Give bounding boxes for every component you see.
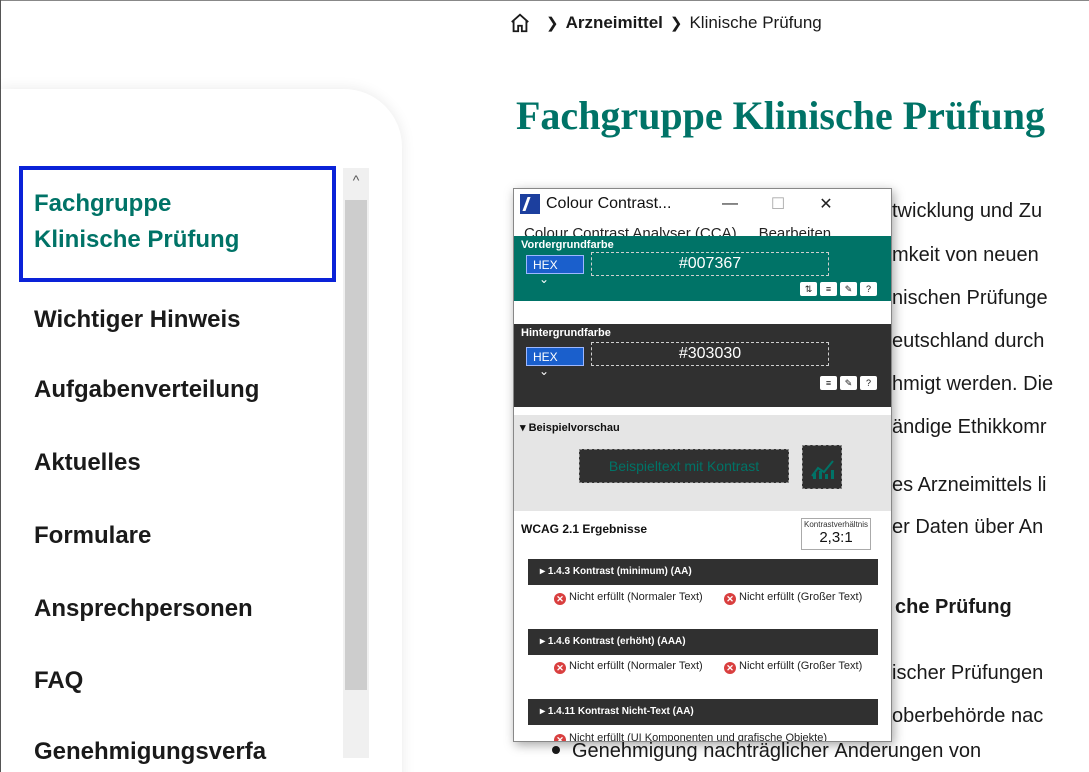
paragraph-line: nischen Prüfunge	[892, 287, 1048, 309]
criterion-1-4-11-toggle[interactable]: ▸ 1.4.11 Kontrast Nicht-Text (AA)	[528, 699, 878, 725]
paragraph-line: eutschland durch	[892, 330, 1045, 352]
sidebar-item-genehmigungsverfahren[interactable]: Genehmigungsverfa	[34, 738, 266, 766]
list-item-text: Genehmigung nachträglicher Änderungen vo…	[572, 740, 982, 762]
background-format-select[interactable]: HEX ⌄	[526, 347, 584, 378]
background-format-value: HEX	[533, 350, 558, 364]
foreground-label: Vordergrundfarbe	[521, 239, 614, 251]
preview-sample-text: Beispieltext mit Kontrast	[579, 449, 789, 483]
swap-colors-icon[interactable]: ⇅	[800, 282, 817, 296]
contrast-ratio-label: Kontrastverhältnis	[803, 520, 869, 529]
result-text: Nicht erfüllt (Großer Text)	[739, 591, 863, 603]
sidebar-item-ansprechpersonen[interactable]: Ansprechpersonen	[34, 595, 253, 623]
help-icon[interactable]: ?	[860, 282, 877, 296]
criterion-1-4-6-toggle[interactable]: ▸ 1.4.6 Kontrast (erhöht) (AAA)	[528, 629, 878, 655]
app-logo-icon	[520, 194, 540, 214]
sidebar-item-aktuelles[interactable]: Aktuelles	[34, 449, 141, 477]
sliders-icon[interactable]: ≡	[820, 376, 837, 390]
results-section: WCAG 2.1 Ergebnisse Kontrastverhältnis 2…	[514, 511, 891, 742]
minimize-icon[interactable]: —	[706, 195, 754, 213]
fail-icon: ✕	[724, 662, 736, 674]
sidebar-item-faq[interactable]: FAQ	[34, 667, 83, 695]
sidebar-item-label-line2: Klinische Prüfung	[34, 226, 240, 253]
eyedropper-icon[interactable]: ✎	[840, 376, 857, 390]
criterion-title: 1.4.11 Kontrast Nicht-Text (AA)	[547, 706, 694, 717]
paragraph-line: ändige Ethikkomr	[892, 416, 1047, 438]
preview-label: Beispielvorschau	[528, 422, 620, 434]
chart-icon	[802, 445, 842, 489]
paragraph-line: er Daten über An	[892, 516, 1044, 538]
chevron-down-icon: ⌄	[539, 364, 550, 378]
window-titlebar[interactable]: Colour Contrast... — ☐ ✕	[514, 189, 891, 219]
sidebar-item-fachgruppe[interactable]: Fachgruppe Klinische Prüfung	[34, 186, 239, 258]
preview-toggle[interactable]: ▾ Beispielvorschau	[520, 421, 620, 434]
page-title: Fachgruppe Klinische Prüfung	[516, 93, 1045, 138]
help-icon[interactable]: ?	[860, 376, 877, 390]
result-normal-text: ✕ Nicht erfüllt (Normaler Text)	[554, 592, 724, 605]
foreground-section: Vordergrundfarbe HEX ⌄ #007367 ⇅ ≡ ✎ ?	[514, 236, 891, 301]
eyedropper-icon[interactable]: ✎	[840, 282, 857, 296]
paragraph-line: oberbehörde nac	[892, 705, 1044, 727]
criterion-title: 1.4.6 Kontrast (erhöht) (AAA)	[547, 636, 686, 647]
contrast-ratio-value: 2,3:1	[819, 529, 853, 546]
list-item: Genehmigung nachträglicher Änderungen vo…	[552, 740, 981, 763]
background-section: Hintergrundfarbe HEX ⌄ #303030 ≡ ✎ ?	[514, 324, 891, 407]
criterion-1-4-3-toggle[interactable]: ▸ 1.4.3 Kontrast (minimum) (AA)	[528, 559, 878, 585]
preview-section: ▾ Beispielvorschau Beispieltext mit Kont…	[514, 415, 891, 511]
foreground-format-value: HEX	[533, 258, 558, 272]
chevron-right-icon: ❯	[669, 15, 683, 32]
scroll-up-icon[interactable]: ^	[343, 172, 369, 194]
result-large-text: ✕ Nicht erfüllt (Großer Text)	[724, 591, 891, 605]
bullet-icon	[552, 746, 560, 755]
result-text: Nicht erfüllt (Großer Text)	[739, 660, 863, 672]
fail-icon: ✕	[554, 662, 566, 674]
colour-contrast-analyser-window: Colour Contrast... — ☐ ✕ Colour Contrast…	[513, 188, 892, 742]
fail-icon: ✕	[554, 734, 566, 741]
breadcrumb-item-current: Klinische Prüfung	[689, 13, 822, 32]
result-text: Nicht erfüllt (UI Komponenten und grafis…	[569, 732, 828, 742]
background-hex-input[interactable]: #303030	[591, 342, 829, 366]
scrollbar-thumb[interactable]	[345, 200, 367, 690]
result-text: Nicht erfüllt (Normaler Text)	[569, 660, 703, 672]
paragraph-line: es Arzneimittels li	[892, 474, 1047, 496]
window-title: Colour Contrast...	[546, 195, 672, 212]
fail-icon: ✕	[724, 593, 736, 605]
breadcrumb: ❯ Arzneimittel ❯ Klinische Prüfung	[509, 12, 822, 34]
sliders-icon[interactable]: ≡	[820, 282, 837, 296]
sidebar-item-wichtiger-hinweis[interactable]: Wichtiger Hinweis	[34, 306, 240, 334]
paragraph-line: mkeit von neuen	[892, 244, 1039, 266]
chevron-down-icon: ⌄	[539, 272, 550, 286]
results-label: WCAG 2.1 Ergebnisse	[521, 522, 648, 536]
close-icon[interactable]: ✕	[802, 194, 850, 214]
paragraph-line: ischer Prüfungen	[892, 662, 1044, 684]
result-text: Nicht erfüllt (Normaler Text)	[569, 591, 703, 603]
foreground-format-select[interactable]: HEX ⌄	[526, 255, 584, 286]
sidebar-item-aufgabenverteilung[interactable]: Aufgabenverteilung	[34, 376, 259, 404]
sidebar-item-label-line1: Fachgruppe	[34, 190, 172, 217]
sidebar-item-formulare[interactable]: Formulare	[34, 522, 151, 550]
criterion-title: 1.4.3 Kontrast (minimum) (AA)	[547, 566, 692, 577]
fail-icon: ✕	[554, 593, 566, 605]
result-large-text: ✕ Nicht erfüllt (Großer Text)	[724, 660, 891, 674]
chevron-right-icon: ❯	[546, 15, 559, 32]
result-non-text: ✕ Nicht erfüllt (UI Komponenten und grafi…	[554, 732, 884, 742]
paragraph-line: hmigt werden. Die	[892, 373, 1054, 395]
paragraph-line: twicklung und Zu	[892, 200, 1043, 222]
result-normal-text: ✕ Nicht erfüllt (Normaler Text)	[554, 661, 724, 674]
section-heading: che Prüfung	[895, 596, 1012, 618]
foreground-hex-input[interactable]: #007367	[591, 252, 829, 276]
home-icon[interactable]	[509, 12, 531, 34]
page-border-top	[0, 0, 1089, 1]
maximize-icon[interactable]: ☐	[754, 194, 802, 214]
background-label: Hintergrundfarbe	[521, 327, 611, 339]
breadcrumb-item-arzneimittel[interactable]: Arzneimittel	[566, 13, 663, 33]
contrast-ratio-box: Kontrastverhältnis 2,3:1	[801, 518, 871, 550]
